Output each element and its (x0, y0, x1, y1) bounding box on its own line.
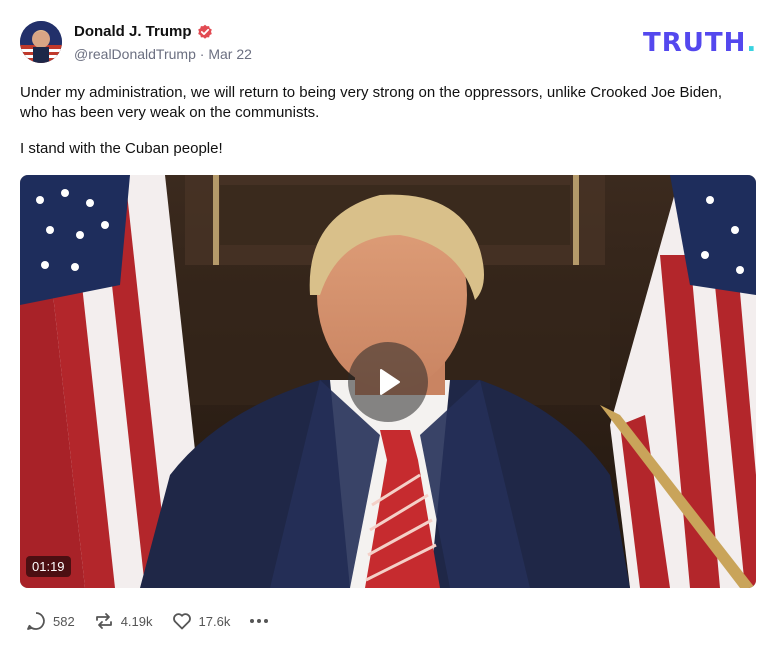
truth-post-card: Donald J. Trump @realDonaldTrump · Mar 2… (0, 0, 777, 651)
more-icon (250, 619, 269, 623)
avatar-image (20, 21, 62, 63)
play-icon (380, 369, 400, 395)
like-count: 17.6k (198, 613, 231, 629)
author-handle[interactable]: @realDonaldTrump (74, 46, 196, 62)
retruth-button[interactable]: 4.19k (93, 610, 153, 632)
post-text-paragraph-1: Under my administration, we will return … (20, 84, 723, 121)
post-date[interactable]: Mar 22 (208, 46, 252, 62)
author-name[interactable]: Donald J. Trump (74, 23, 192, 40)
video-duration: 01:19 (26, 556, 71, 577)
retruth-count: 4.19k (120, 613, 153, 629)
author-meta: @realDonaldTrump · Mar 22 (74, 46, 252, 62)
author-name-row: Donald J. Trump (74, 23, 213, 40)
post-actions: 582 4.19k 17.6k (25, 610, 278, 632)
logo-text: TRUTH (643, 28, 747, 58)
post-text-paragraph-2: I stand with the Cuban people! (20, 140, 223, 157)
reply-button[interactable]: 582 (25, 610, 75, 632)
like-icon (172, 613, 191, 630)
more-button[interactable] (248, 610, 270, 632)
retruth-icon (95, 613, 112, 629)
reply-count: 582 (53, 613, 75, 629)
reply-icon (27, 612, 45, 630)
play-button[interactable] (348, 342, 428, 422)
truth-logo[interactable]: TRUTH. (643, 28, 757, 58)
verified-badge-icon (197, 24, 213, 40)
avatar[interactable] (20, 21, 62, 63)
logo-dot: . (746, 28, 758, 58)
like-button[interactable]: 17.6k (171, 610, 231, 632)
meta-separator: · (199, 46, 205, 62)
